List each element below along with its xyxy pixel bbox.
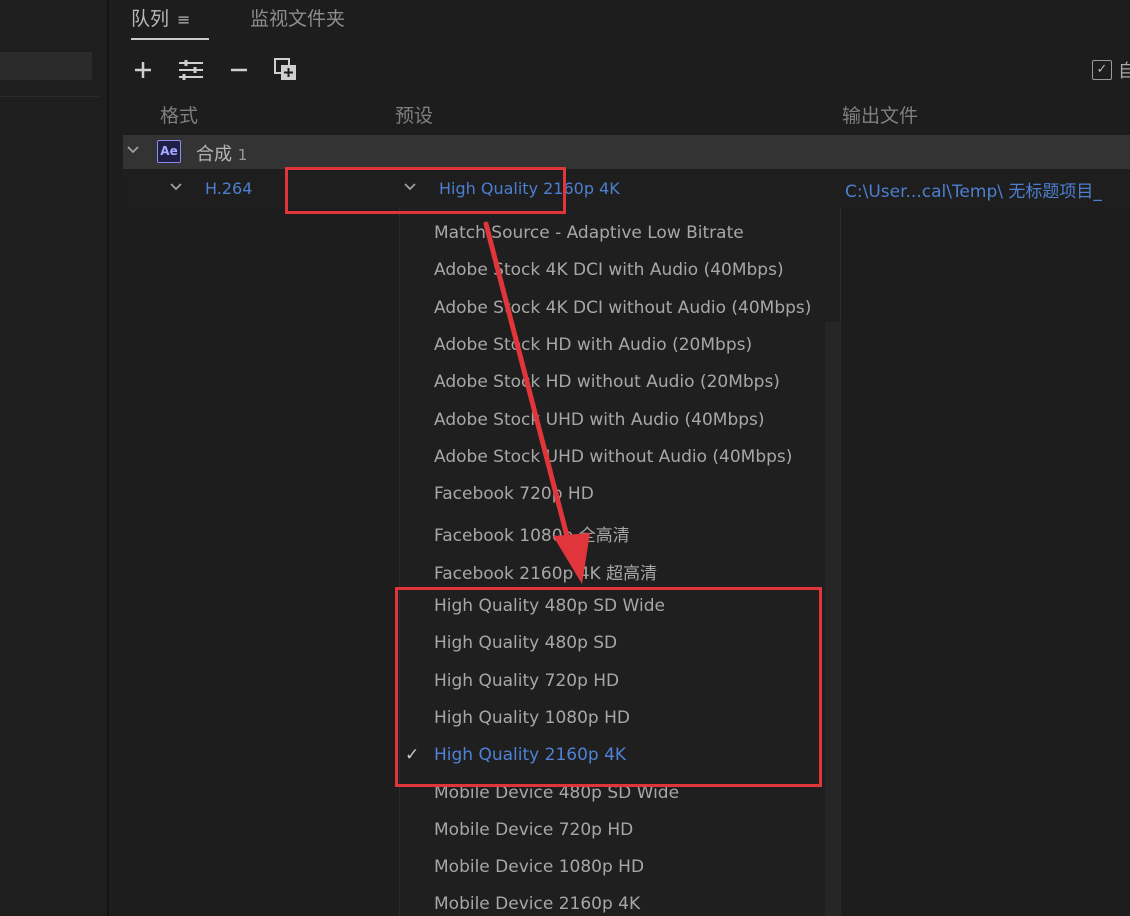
annotation-arrow-icon — [483, 221, 590, 584]
